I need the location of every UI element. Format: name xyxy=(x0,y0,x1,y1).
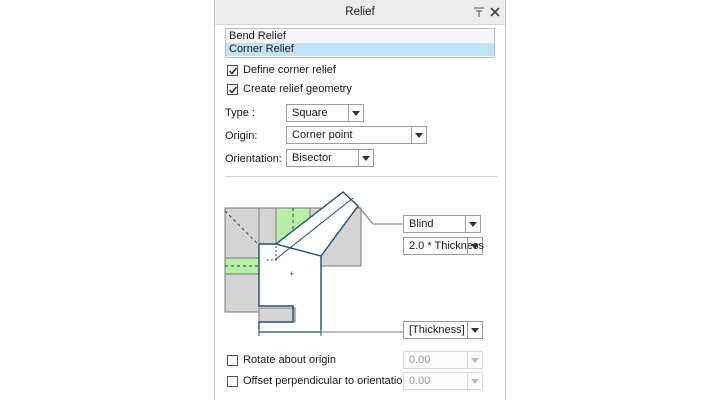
rotate-about-origin-label: Rotate about origin xyxy=(243,354,336,366)
chevron-down-icon[interactable] xyxy=(348,105,363,121)
create-relief-geometry-checkbox[interactable] xyxy=(227,84,238,95)
close-icon[interactable] xyxy=(489,6,501,18)
orientation-value: Bisector xyxy=(292,152,332,164)
pin-icon[interactable] xyxy=(473,6,485,18)
list-item-corner-relief[interactable]: Corner Relief xyxy=(226,43,494,56)
title-bar: Relief xyxy=(215,0,505,25)
rotate-about-origin-checkbox[interactable] xyxy=(227,355,238,366)
rotate-value: 0.00 xyxy=(409,354,431,366)
window-title: Relief xyxy=(345,6,375,18)
chevron-down-icon xyxy=(467,352,482,368)
chevron-down-icon[interactable] xyxy=(358,150,373,166)
type-label: Type : xyxy=(225,107,255,119)
width-value-dropdown[interactable]: [Thickness] xyxy=(403,321,483,339)
chevron-down-icon[interactable] xyxy=(465,216,480,232)
offset-perpendicular-checkbox[interactable] xyxy=(227,376,238,387)
origin-label: Origin: xyxy=(225,130,258,142)
rotate-value-field: 0.00 xyxy=(403,351,483,369)
offset-perpendicular-label: Offset perpendicular to orientation xyxy=(243,375,409,387)
offset-value-field: 0.00 xyxy=(403,372,483,390)
type-dropdown[interactable]: Square xyxy=(286,104,364,122)
origin-dropdown[interactable]: Corner point xyxy=(286,126,427,144)
svg-text:+: + xyxy=(289,269,294,279)
define-corner-relief-checkbox[interactable] xyxy=(227,65,238,76)
relief-type-list[interactable]: Bend Relief Corner Relief xyxy=(225,28,495,58)
orientation-dropdown[interactable]: Bisector xyxy=(286,149,374,167)
width-value: [Thickness] xyxy=(409,324,465,336)
relief-panel: Relief Bend Relief Corner Relief Define … xyxy=(214,0,506,400)
section-divider xyxy=(225,176,497,177)
chevron-down-icon[interactable] xyxy=(411,127,426,143)
define-corner-relief-label: Define corner relief xyxy=(243,64,336,76)
orientation-label: Orientation: xyxy=(225,153,282,165)
depth-value-dropdown[interactable]: 2.0 * Thickness xyxy=(403,237,484,255)
create-relief-geometry-label: Create relief geometry xyxy=(243,83,352,95)
chevron-down-icon xyxy=(467,373,482,389)
chevron-down-icon[interactable] xyxy=(467,238,482,254)
type-value: Square xyxy=(292,107,328,119)
checkmark-icon xyxy=(229,67,238,75)
list-item-bend-relief[interactable]: Bend Relief xyxy=(226,30,494,43)
bend-zone-horizontal xyxy=(224,257,260,275)
offset-value: 0.00 xyxy=(409,375,431,387)
origin-value: Corner point xyxy=(292,129,353,141)
depth-type-value: Blind xyxy=(409,218,434,230)
chevron-down-icon[interactable] xyxy=(467,322,482,338)
depth-type-dropdown[interactable]: Blind xyxy=(403,215,481,233)
checkmark-icon xyxy=(229,86,238,94)
